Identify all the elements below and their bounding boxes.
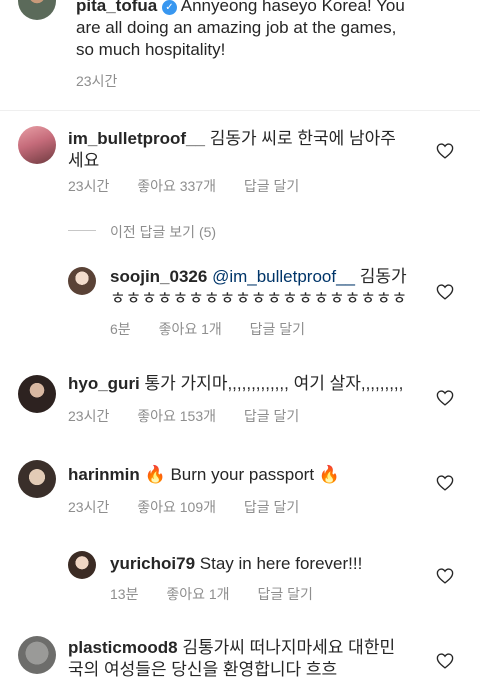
mention-link[interactable]: @im_bulletproof__ <box>212 267 355 286</box>
avatar[interactable] <box>18 126 56 164</box>
reply-button[interactable]: 답글 달기 <box>250 321 305 337</box>
avatar[interactable] <box>68 551 96 579</box>
comment-meta: 23시간 좋아요 153개 답글 달기 <box>68 406 299 426</box>
post-meta: 23시간 <box>76 71 141 91</box>
view-previous-replies-button[interactable]: 이전 답글 보기 (5) <box>110 222 216 242</box>
avatar[interactable] <box>18 0 56 20</box>
comment-meta: 6분 좋아요 1개 답글 달기 <box>110 319 305 339</box>
comment: harinmin 🔥 Burn your passport 🔥 <box>68 464 428 486</box>
comment: im_bulletproof__ 김동가 씨로 한국에 남아주세요 <box>68 128 408 172</box>
reply-comment: soojin_0326 @im_bulletproof__ 김동가 ㅎㅎㅎㅎㅎㅎ… <box>110 266 410 310</box>
view-replies-line <box>68 230 96 231</box>
avatar[interactable] <box>68 267 96 295</box>
heart-icon[interactable] <box>436 284 454 300</box>
post-timestamp: 23시간 <box>76 73 118 89</box>
comment-username[interactable]: yurichoi79 <box>110 554 195 573</box>
comment-timestamp: 13분 <box>110 586 139 602</box>
fire-icon: 🔥 <box>144 465 166 484</box>
like-count[interactable]: 좋아요 109개 <box>137 499 216 515</box>
reply-button[interactable]: 답글 달기 <box>244 499 299 515</box>
avatar[interactable] <box>18 460 56 498</box>
comment-text: 통가 가지마,,,,,,,,,,,,, 여기 살자,,,,,,,,, <box>144 374 404 393</box>
post-username[interactable]: pita_tofua <box>76 0 157 15</box>
like-count[interactable]: 좋아요 1개 <box>166 586 229 602</box>
like-count[interactable]: 좋아요 337개 <box>137 178 216 194</box>
verified-badge-icon: ✓ <box>161 0 177 15</box>
comment-text: Stay in here forever!!! <box>199 554 363 573</box>
comment-meta: 23시간 좋아요 337개 답글 달기 <box>68 176 299 196</box>
comment-timestamp: 6분 <box>110 321 131 337</box>
avatar[interactable] <box>18 636 56 674</box>
comment-timestamp: 23시간 <box>68 408 110 424</box>
like-count[interactable]: 좋아요 153개 <box>137 408 216 424</box>
reply-comment: yurichoi79 Stay in here forever!!! <box>110 553 410 575</box>
heart-icon[interactable] <box>436 475 454 491</box>
comment-timestamp: 23시간 <box>68 178 110 194</box>
comment-meta: 13분 좋아요 1개 답글 달기 <box>110 584 313 604</box>
heart-icon[interactable] <box>436 568 454 584</box>
heart-icon[interactable] <box>436 653 454 669</box>
comment: plasticmood8 김통가씨 떠나지마세요 대한민국의 여성들은 당신을 … <box>68 637 408 681</box>
post-caption: pita_tofua ✓ Annyeong haseyo Korea! You … <box>76 0 406 61</box>
comment-timestamp: 23시간 <box>68 499 110 515</box>
heart-icon[interactable] <box>436 143 454 159</box>
comment-username[interactable]: harinmin <box>68 465 140 484</box>
divider <box>0 110 480 111</box>
reply-button[interactable]: 답글 달기 <box>244 178 299 194</box>
comment: hyo_guri 통가 가지마,,,,,,,,,,,,, 여기 살자,,,,,,… <box>68 373 428 395</box>
fire-icon: 🔥 <box>318 465 340 484</box>
reply-button[interactable]: 답글 달기 <box>244 408 299 424</box>
comment-username[interactable]: im_bulletproof__ <box>68 129 205 148</box>
comment-meta: 23시간 좋아요 109개 답글 달기 <box>68 497 299 517</box>
like-count[interactable]: 좋아요 1개 <box>159 321 222 337</box>
comment-username[interactable]: plasticmood8 <box>68 638 178 657</box>
heart-icon[interactable] <box>436 390 454 406</box>
avatar[interactable] <box>18 375 56 413</box>
comment-username[interactable]: hyo_guri <box>68 374 140 393</box>
comment-username[interactable]: soojin_0326 <box>110 267 207 286</box>
reply-button[interactable]: 답글 달기 <box>257 586 312 602</box>
comment-text: Burn your passport <box>170 465 315 484</box>
